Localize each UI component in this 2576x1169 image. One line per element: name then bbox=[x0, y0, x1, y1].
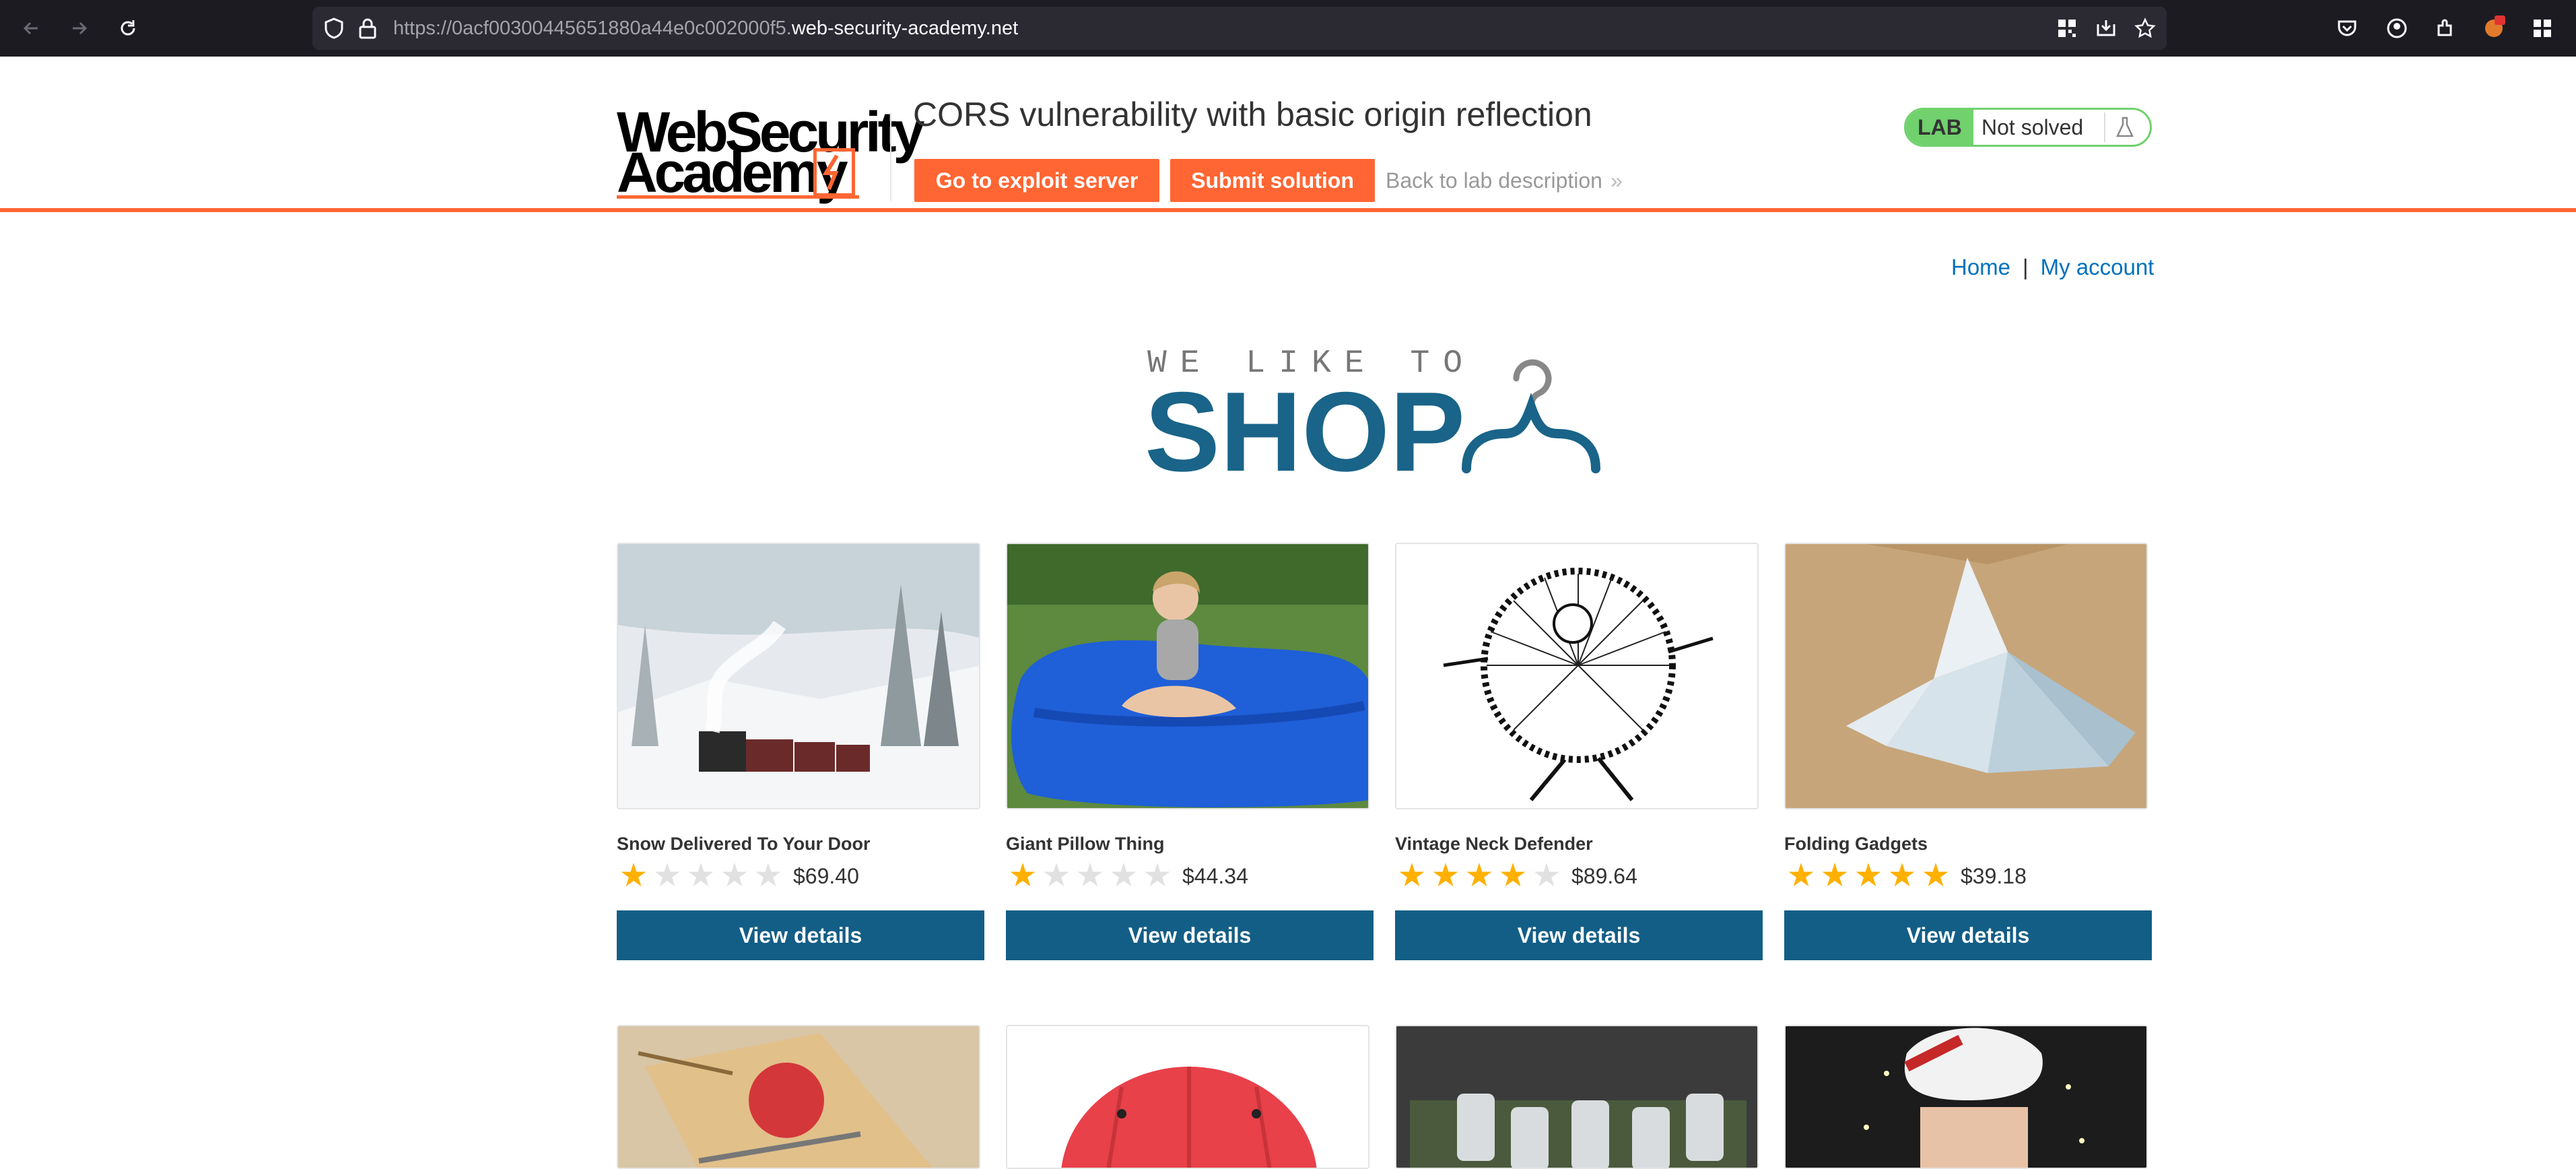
beer-belt-image[interactable] bbox=[1395, 1025, 1759, 1169]
shield-icon[interactable] bbox=[319, 13, 349, 43]
product-card: Folding Gadgets ★ ★ ★ ★ ★ $39.18 View de… bbox=[1784, 543, 2152, 960]
product-name: Folding Gadgets bbox=[1784, 834, 1928, 854]
academy-logo[interactable]: WebSecurity Academy bbox=[617, 104, 924, 204]
chevron-right-icon: » bbox=[1610, 168, 1623, 193]
pocket-icon[interactable] bbox=[2332, 13, 2362, 43]
exploit-server-button[interactable]: Go to exploit server bbox=[914, 159, 1159, 202]
star-icon: ★ bbox=[753, 858, 783, 894]
product-name: Vintage Neck Defender bbox=[1395, 834, 1593, 854]
product-price: $89.64 bbox=[1571, 863, 1637, 888]
product-card: Snow Delivered To Your Door ★ ★ ★ ★ ★ $6… bbox=[617, 543, 984, 960]
product-name: Snow Delivered To Your Door bbox=[617, 834, 871, 854]
star-icon: ★ bbox=[1921, 858, 1951, 894]
logo-underline bbox=[617, 195, 859, 199]
bookmark-star-icon[interactable] bbox=[2130, 13, 2160, 43]
url-text: https://0acf00300445651880a44e0c002000f5… bbox=[393, 7, 1018, 50]
product-card: Giant Pillow Thing ★ ★ ★ ★ ★ $44.34 View… bbox=[1006, 543, 1374, 960]
star-icon: ★ bbox=[1786, 858, 1816, 894]
star-icon: ★ bbox=[1109, 858, 1139, 894]
account-icon[interactable] bbox=[2382, 13, 2412, 43]
view-details-button[interactable]: View details bbox=[617, 910, 984, 960]
url-prefix: https://0acf00300445651880a44e0c002000f5… bbox=[393, 18, 792, 39]
star-icon: ★ bbox=[1820, 858, 1850, 894]
address-bar[interactable]: https://0acf00300445651880a44e0c002000f5… bbox=[312, 7, 2167, 50]
header-orange-rule bbox=[0, 208, 2576, 212]
lab-status-text: Not solved bbox=[1981, 115, 2084, 139]
my-account-link[interactable]: My account bbox=[2041, 255, 2155, 279]
product-rating: ★ ★ ★ ★ ★ $44.34 bbox=[1006, 859, 1248, 893]
product-price: $69.40 bbox=[793, 863, 859, 888]
view-details-button[interactable]: View details bbox=[1784, 910, 2152, 960]
star-icon: ★ bbox=[1887, 858, 1917, 894]
submit-solution-button[interactable]: Submit solution bbox=[1170, 159, 1375, 202]
lab-status-widget: LAB Not solved bbox=[1904, 108, 2152, 147]
product-rating: ★ ★ ★ ★ ★ $39.18 bbox=[1784, 858, 2027, 894]
back-arrow-icon[interactable] bbox=[16, 13, 46, 43]
flask-icon bbox=[2104, 112, 2144, 142]
product-rating: ★ ★ ★ ★ ★ $69.40 bbox=[617, 858, 859, 894]
folding-gadgets-image[interactable] bbox=[1784, 543, 2148, 809]
menu-grid-icon[interactable] bbox=[2528, 13, 2557, 43]
hanger-icon bbox=[1461, 347, 1623, 482]
star-icon: ★ bbox=[1075, 858, 1105, 894]
forward-arrow-icon[interactable] bbox=[65, 13, 94, 43]
giant-pillow-image[interactable] bbox=[1006, 543, 1369, 809]
view-details-button[interactable]: View details bbox=[1006, 910, 1374, 960]
lab-header: WebSecurity Academy CORS vulnerability w… bbox=[0, 57, 2576, 210]
extension-fox-icon[interactable] bbox=[2479, 12, 2509, 42]
extensions-icon[interactable] bbox=[2431, 13, 2460, 43]
page: https://0acf00300445651880a44e0c002000f5… bbox=[0, 0, 2576, 1169]
mouse-trap-image[interactable] bbox=[617, 1025, 980, 1169]
star-icon: ★ bbox=[1464, 858, 1494, 894]
lock-icon bbox=[353, 13, 382, 43]
star-icon: ★ bbox=[1042, 858, 1071, 894]
lab-badge: LAB bbox=[1906, 110, 1973, 145]
logo-line2: Academy bbox=[617, 141, 848, 204]
product-card: Vintage Neck Defender ★ ★ ★ ★ ★ $89.64 V… bbox=[1395, 543, 1763, 960]
star-icon: ★ bbox=[1397, 858, 1427, 894]
star-icon: ★ bbox=[1431, 858, 1460, 894]
logo-bolt-icon bbox=[813, 148, 855, 197]
product-price: $39.18 bbox=[1961, 863, 2027, 888]
lab-title: CORS vulnerability with basic origin ref… bbox=[913, 96, 1592, 133]
back-link-label: Back to lab description bbox=[1386, 168, 1602, 193]
top-nav: Home | My account bbox=[1951, 250, 2154, 284]
header-divider bbox=[890, 113, 891, 201]
qr-code-icon[interactable] bbox=[2052, 13, 2082, 43]
home-link[interactable]: Home bbox=[1951, 255, 2010, 279]
neck-defender-image[interactable] bbox=[1395, 543, 1759, 809]
url-domain: web-security-academy.net bbox=[791, 18, 1019, 39]
product-rating: ★ ★ ★ ★ ★ $89.64 bbox=[1395, 859, 1637, 893]
star-icon: ★ bbox=[1854, 858, 1883, 894]
star-icon: ★ bbox=[1498, 858, 1528, 894]
snow-train-image[interactable] bbox=[617, 543, 980, 809]
nav-separator: | bbox=[2023, 255, 2029, 279]
star-icon: ★ bbox=[619, 858, 648, 894]
back-to-description-link[interactable]: Back to lab description » bbox=[1386, 159, 1623, 202]
product-price: $44.34 bbox=[1182, 863, 1248, 888]
view-details-button[interactable]: View details bbox=[1395, 910, 1763, 960]
product-name: Giant Pillow Thing bbox=[1006, 834, 1165, 854]
shop-banner: WE LIKE TO SHOP bbox=[1145, 345, 1629, 489]
star-icon: ★ bbox=[686, 858, 716, 894]
screenshot-icon[interactable] bbox=[2091, 13, 2121, 43]
browser-toolbar: https://0acf00300445651880a44e0c002000f5… bbox=[0, 0, 2576, 57]
star-icon: ★ bbox=[652, 858, 682, 894]
umbrella-image[interactable] bbox=[1006, 1025, 1369, 1169]
star-icon: ★ bbox=[720, 858, 749, 894]
star-icon: ★ bbox=[1143, 858, 1172, 894]
star-icon: ★ bbox=[1532, 858, 1561, 894]
star-icon: ★ bbox=[1008, 858, 1038, 894]
reload-icon[interactable] bbox=[113, 13, 143, 43]
santa-lights-image[interactable] bbox=[1784, 1025, 2148, 1169]
banner-title: SHOP bbox=[1145, 368, 1466, 495]
